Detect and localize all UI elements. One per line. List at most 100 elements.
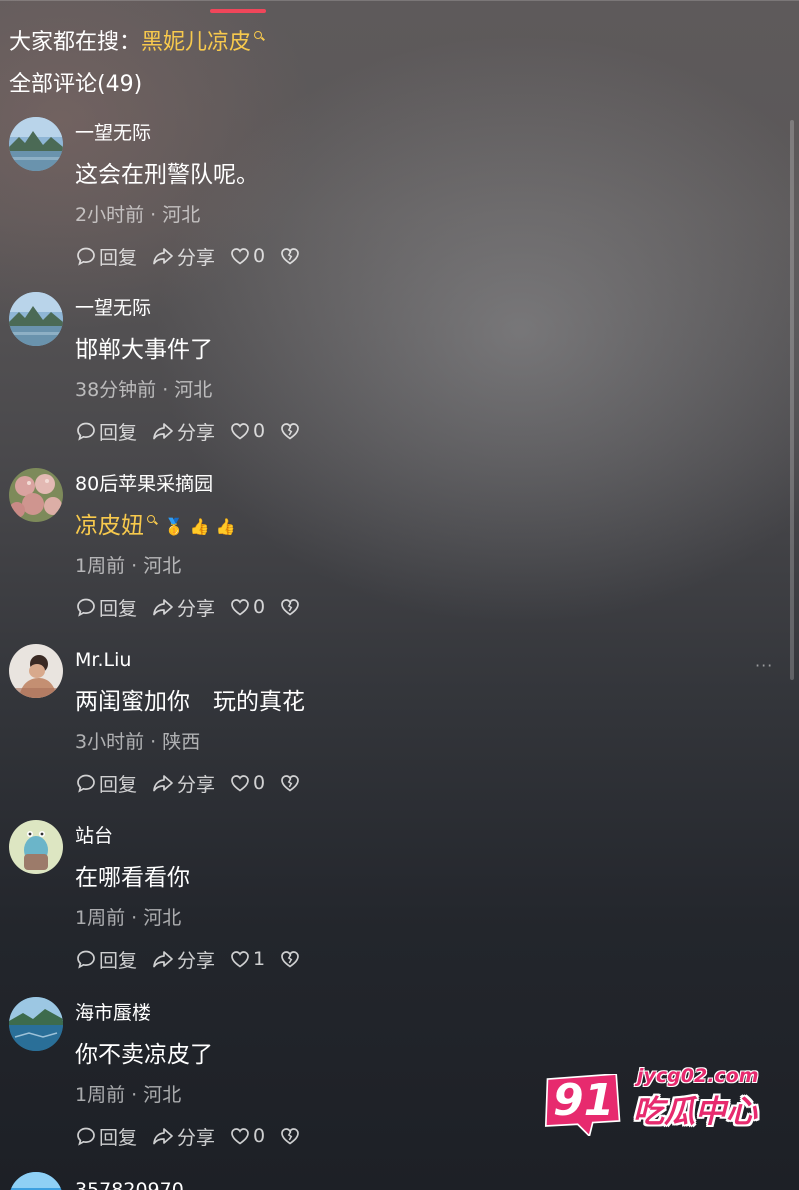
share-arrow-icon [153,599,173,616]
share-arrow-icon [153,1128,173,1145]
thumbs-up-emoji: 👍 [189,516,210,536]
share-arrow-icon [153,248,173,265]
comment-actions: 回复 分享 0 [75,1123,303,1150]
reply-bubble-icon [77,1127,95,1146]
like-button[interactable]: 0 [229,420,265,442]
search-icon [146,514,158,528]
comment-meta: 3小时前 · 陕西 [75,731,201,753]
comment-username[interactable]: 站台 [75,824,113,848]
like-button[interactable]: 0 [229,1125,265,1147]
comment-username[interactable]: Mr.Liu [75,648,131,672]
comment-actions: 回复 分享 0 [75,594,303,621]
share-button[interactable]: 分享 [151,594,215,621]
reply-label: 回复 [99,1126,138,1149]
reply-label: 回复 [99,246,138,269]
person-photo-avatar [9,644,63,698]
more-options-icon[interactable]: ··· [755,656,773,675]
comment-username[interactable]: 一望无际 [75,296,151,320]
reply-bubble-icon [77,774,95,793]
comment-username[interactable]: 一望无际 [75,121,151,145]
comment-item: 一望无际 这会在刑警队呢。 2小时前 · 河北 回复 分享 0 [0,117,760,287]
reply-button[interactable]: 回复 [75,946,137,973]
reply-button[interactable]: 回复 [75,594,137,621]
comment-item: 一望无际 邯郸大事件了 38分钟前 · 河北 回复 分享 0 [0,292,760,462]
share-label: 分享 [177,773,216,796]
comment-actions: 回复 分享 1 [75,946,303,973]
search-suggestion[interactable]: 大家都在搜：黑妮儿凉皮 [9,28,265,58]
broken-heart-icon [281,599,299,616]
dislike-button[interactable] [279,1125,303,1147]
comment-text: 两闺蜜加你 玩的真花 [75,689,305,715]
avatar[interactable] [9,997,63,1051]
share-button[interactable]: 分享 [151,418,215,445]
like-button[interactable]: 0 [229,596,265,618]
comment-meta: 2小时前 · 河北 [75,204,201,226]
seascape-avatar [9,997,63,1051]
broken-heart-icon [281,423,299,440]
share-label: 分享 [177,1126,216,1149]
share-label: 分享 [177,421,216,444]
dislike-button[interactable] [279,772,303,794]
top-divider [0,0,799,1]
like-count: 0 [253,245,266,267]
comment-item: Mr.Liu 两闺蜜加你 玩的真花 3小时前 · 陕西 回复 分享 0 [0,644,760,814]
share-arrow-icon [153,423,173,440]
broken-heart-icon [281,1128,299,1145]
reply-bubble-icon [77,950,95,969]
heart-icon [231,1128,249,1145]
heart-icon [231,951,249,968]
broken-heart-icon [281,248,299,265]
dislike-button[interactable] [279,948,303,970]
avatar[interactable] [9,1172,63,1190]
avatar[interactable] [9,117,63,171]
like-button[interactable]: 0 [229,245,265,267]
heart-icon [231,248,249,265]
reply-label: 回复 [99,597,138,620]
like-count: 0 [253,772,266,794]
like-button[interactable]: 1 [229,948,265,970]
share-button[interactable]: 分享 [151,770,215,797]
medal-emoji: 🥇 [164,516,184,536]
landscape-lake-avatar [9,292,63,346]
reply-bubble-icon [77,247,95,266]
heart-icon [231,599,249,616]
comment-text: 凉皮妞 🥇 👍 👍 [75,511,236,541]
reply-label: 回复 [99,421,138,444]
comment-keyword-link[interactable]: 凉皮妞 [75,513,144,539]
scrollbar[interactable] [790,120,794,680]
comment-username[interactable]: 80后苹果采摘园 [75,472,213,496]
reply-button[interactable]: 回复 [75,418,137,445]
reply-button[interactable]: 回复 [75,1123,137,1150]
reply-label: 回复 [99,773,138,796]
watermark-domain: jycg02.com [637,1065,759,1087]
comment-meta: 1周前 · 河北 [75,907,182,929]
avatar[interactable] [9,644,63,698]
broken-heart-icon [281,951,299,968]
comment-username[interactable]: 海市蜃楼 [75,1001,151,1025]
comment-text: 邯郸大事件了 [75,337,213,363]
comment-username[interactable]: 357820970 [75,1178,184,1190]
avatar[interactable] [9,292,63,346]
comment-meta: 1周前 · 河北 [75,555,182,577]
search-suggestion-keyword[interactable]: 黑妮儿凉皮 [141,30,251,55]
share-button[interactable]: 分享 [151,243,215,270]
share-button[interactable]: 分享 [151,946,215,973]
share-label: 分享 [177,597,216,620]
dislike-button[interactable] [279,245,303,267]
share-label: 分享 [177,246,216,269]
avatar[interactable] [9,468,63,522]
avatar[interactable] [9,820,63,874]
heart-icon [231,775,249,792]
reply-button[interactable]: 回复 [75,770,137,797]
comment-text: 这会在刑警队呢。 [75,162,259,188]
like-count: 0 [253,1125,266,1147]
comment-meta: 1周前 · 河北 [75,1084,182,1106]
dislike-button[interactable] [279,596,303,618]
search-icon [253,30,265,44]
dislike-button[interactable] [279,420,303,442]
like-button[interactable]: 0 [229,772,265,794]
reply-button[interactable]: 回复 [75,243,137,270]
share-button[interactable]: 分享 [151,1123,215,1150]
apples-avatar [9,468,63,522]
tab-indicator [210,9,266,13]
